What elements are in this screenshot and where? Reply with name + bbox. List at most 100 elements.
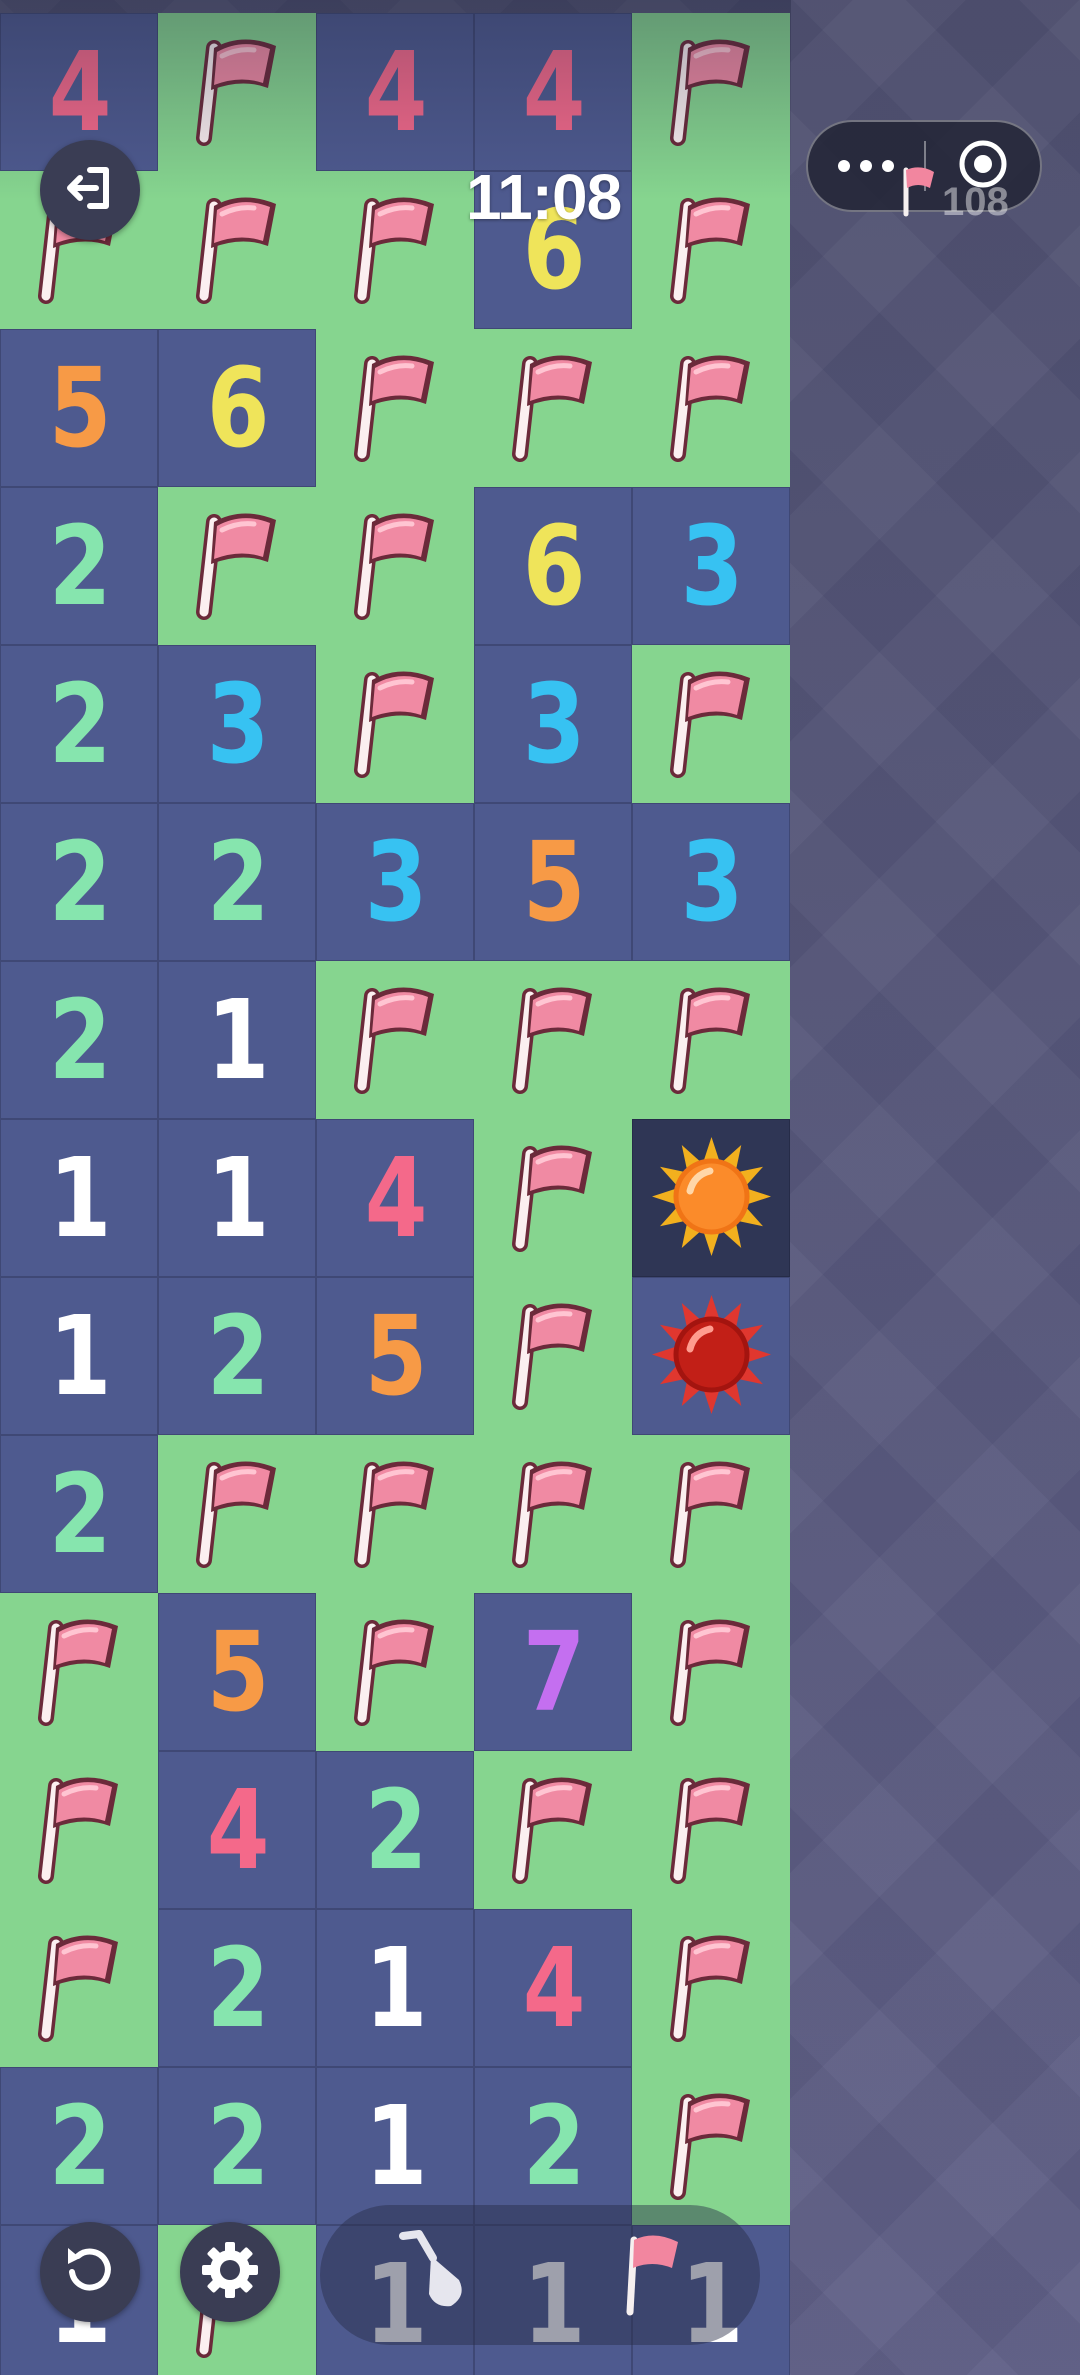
flag-icon: [656, 2084, 766, 2208]
tile-number: 3: [522, 660, 585, 788]
flag-icon: [340, 1452, 450, 1576]
mine-hit-tile[interactable]: [632, 1277, 790, 1435]
number-tile[interactable]: 6: [474, 487, 632, 645]
flagged-tile[interactable]: [0, 1751, 158, 1909]
number-tile[interactable]: 5: [0, 329, 158, 487]
minesweeper-board[interactable]: 4446562632332235321114125257422142212111…: [0, 0, 791, 2375]
flagged-tile[interactable]: [632, 329, 790, 487]
number-tile[interactable]: 1: [0, 1119, 158, 1277]
number-tile[interactable]: 3: [632, 803, 790, 961]
number-tile[interactable]: 2: [0, 2067, 158, 2225]
exit-button[interactable]: [40, 140, 140, 240]
flag-icon: [498, 1452, 608, 1576]
flagged-tile[interactable]: [632, 2067, 790, 2225]
flag-icon: [498, 1768, 608, 1892]
number-tile[interactable]: 2: [158, 803, 316, 961]
number-tile[interactable]: 2: [0, 1435, 158, 1593]
gear-icon: [198, 2238, 262, 2306]
flagged-tile[interactable]: [474, 1277, 632, 1435]
number-tile[interactable]: 2: [474, 2067, 632, 2225]
flagged-tile[interactable]: [316, 961, 474, 1119]
more-icon: [838, 160, 850, 172]
restart-button[interactable]: [40, 2222, 140, 2322]
tile-number: 3: [206, 660, 269, 788]
flag-counter-icon: [898, 162, 938, 222]
number-tile[interactable]: 2: [158, 1277, 316, 1435]
number-tile[interactable]: 4: [158, 1751, 316, 1909]
number-tile[interactable]: 6: [158, 329, 316, 487]
tile-number: 7: [522, 1608, 585, 1736]
flagged-tile[interactable]: [158, 487, 316, 645]
number-tile[interactable]: 2: [0, 961, 158, 1119]
flag-icon: [656, 1926, 766, 2050]
flagged-tile[interactable]: [316, 645, 474, 803]
mine-tile[interactable]: [632, 1119, 790, 1277]
flagged-tile[interactable]: [632, 1751, 790, 1909]
number-tile[interactable]: 2: [316, 1751, 474, 1909]
flagged-tile[interactable]: [316, 487, 474, 645]
number-tile[interactable]: 1: [316, 2067, 474, 2225]
number-tile[interactable]: 4: [474, 13, 632, 171]
tile-number: 5: [206, 1608, 269, 1736]
number-tile[interactable]: 4: [316, 1119, 474, 1277]
number-tile[interactable]: 3: [158, 645, 316, 803]
number-tile[interactable]: 2: [0, 645, 158, 803]
number-tile[interactable]: 2: [158, 2067, 316, 2225]
flagged-tile[interactable]: [158, 1435, 316, 1593]
flagged-tile[interactable]: [474, 329, 632, 487]
number-tile[interactable]: 7: [474, 1593, 632, 1751]
flag-icon: [656, 346, 766, 470]
flagged-tile[interactable]: [158, 13, 316, 171]
flag-icon: [498, 978, 608, 1102]
flagged-tile[interactable]: [316, 329, 474, 487]
flag-icon: [182, 30, 292, 154]
tile-number: 2: [48, 1450, 111, 1578]
flagged-tile[interactable]: [0, 1909, 158, 2067]
flag-count: 108: [942, 180, 1009, 224]
number-tile[interactable]: 4: [316, 13, 474, 171]
flagged-tile[interactable]: [158, 171, 316, 329]
flagged-tile[interactable]: [316, 1435, 474, 1593]
number-tile[interactable]: 1: [0, 1277, 158, 1435]
flagged-tile[interactable]: [474, 1119, 632, 1277]
flag-tool-button[interactable]: [618, 2228, 688, 2322]
number-tile[interactable]: 3: [316, 803, 474, 961]
flagged-tile[interactable]: [316, 171, 474, 329]
number-tile[interactable]: 2: [0, 803, 158, 961]
flagged-tile[interactable]: [632, 1435, 790, 1593]
number-tile[interactable]: 5: [158, 1593, 316, 1751]
flag-icon: [656, 30, 766, 154]
flagged-tile[interactable]: [632, 645, 790, 803]
flag-icon: [656, 978, 766, 1102]
flagged-tile[interactable]: [0, 1593, 158, 1751]
number-tile[interactable]: 1: [316, 1909, 474, 2067]
number-tile[interactable]: 1: [158, 1119, 316, 1277]
flag-icon: [656, 662, 766, 786]
flagged-tile[interactable]: [632, 1909, 790, 2067]
flagged-tile[interactable]: [632, 171, 790, 329]
tile-number: 2: [206, 1924, 269, 2052]
flagged-tile[interactable]: [316, 1593, 474, 1751]
number-tile[interactable]: 3: [632, 487, 790, 645]
flagged-tile[interactable]: [632, 13, 790, 171]
settings-button[interactable]: [180, 2222, 280, 2322]
flag-icon: [498, 1136, 608, 1260]
flag-counter: 108: [898, 162, 1009, 222]
number-tile[interactable]: 4: [474, 1909, 632, 2067]
flagged-tile[interactable]: [632, 961, 790, 1119]
flagged-tile[interactable]: [632, 1593, 790, 1751]
number-tile[interactable]: 5: [474, 803, 632, 961]
number-tile[interactable]: 3: [474, 645, 632, 803]
flagged-tile[interactable]: [474, 961, 632, 1119]
dig-tool-button[interactable]: [393, 2228, 473, 2322]
number-tile[interactable]: 2: [0, 487, 158, 645]
flagged-tile[interactable]: [474, 1435, 632, 1593]
flagged-tile[interactable]: [474, 1751, 632, 1909]
tile-number: 1: [48, 1292, 111, 1420]
tile-number: 2: [206, 1292, 269, 1420]
number-tile[interactable]: 2: [158, 1909, 316, 2067]
tile-number: 2: [206, 818, 269, 946]
number-tile[interactable]: 5: [316, 1277, 474, 1435]
tile-number: 5: [364, 1292, 427, 1420]
number-tile[interactable]: 1: [158, 961, 316, 1119]
